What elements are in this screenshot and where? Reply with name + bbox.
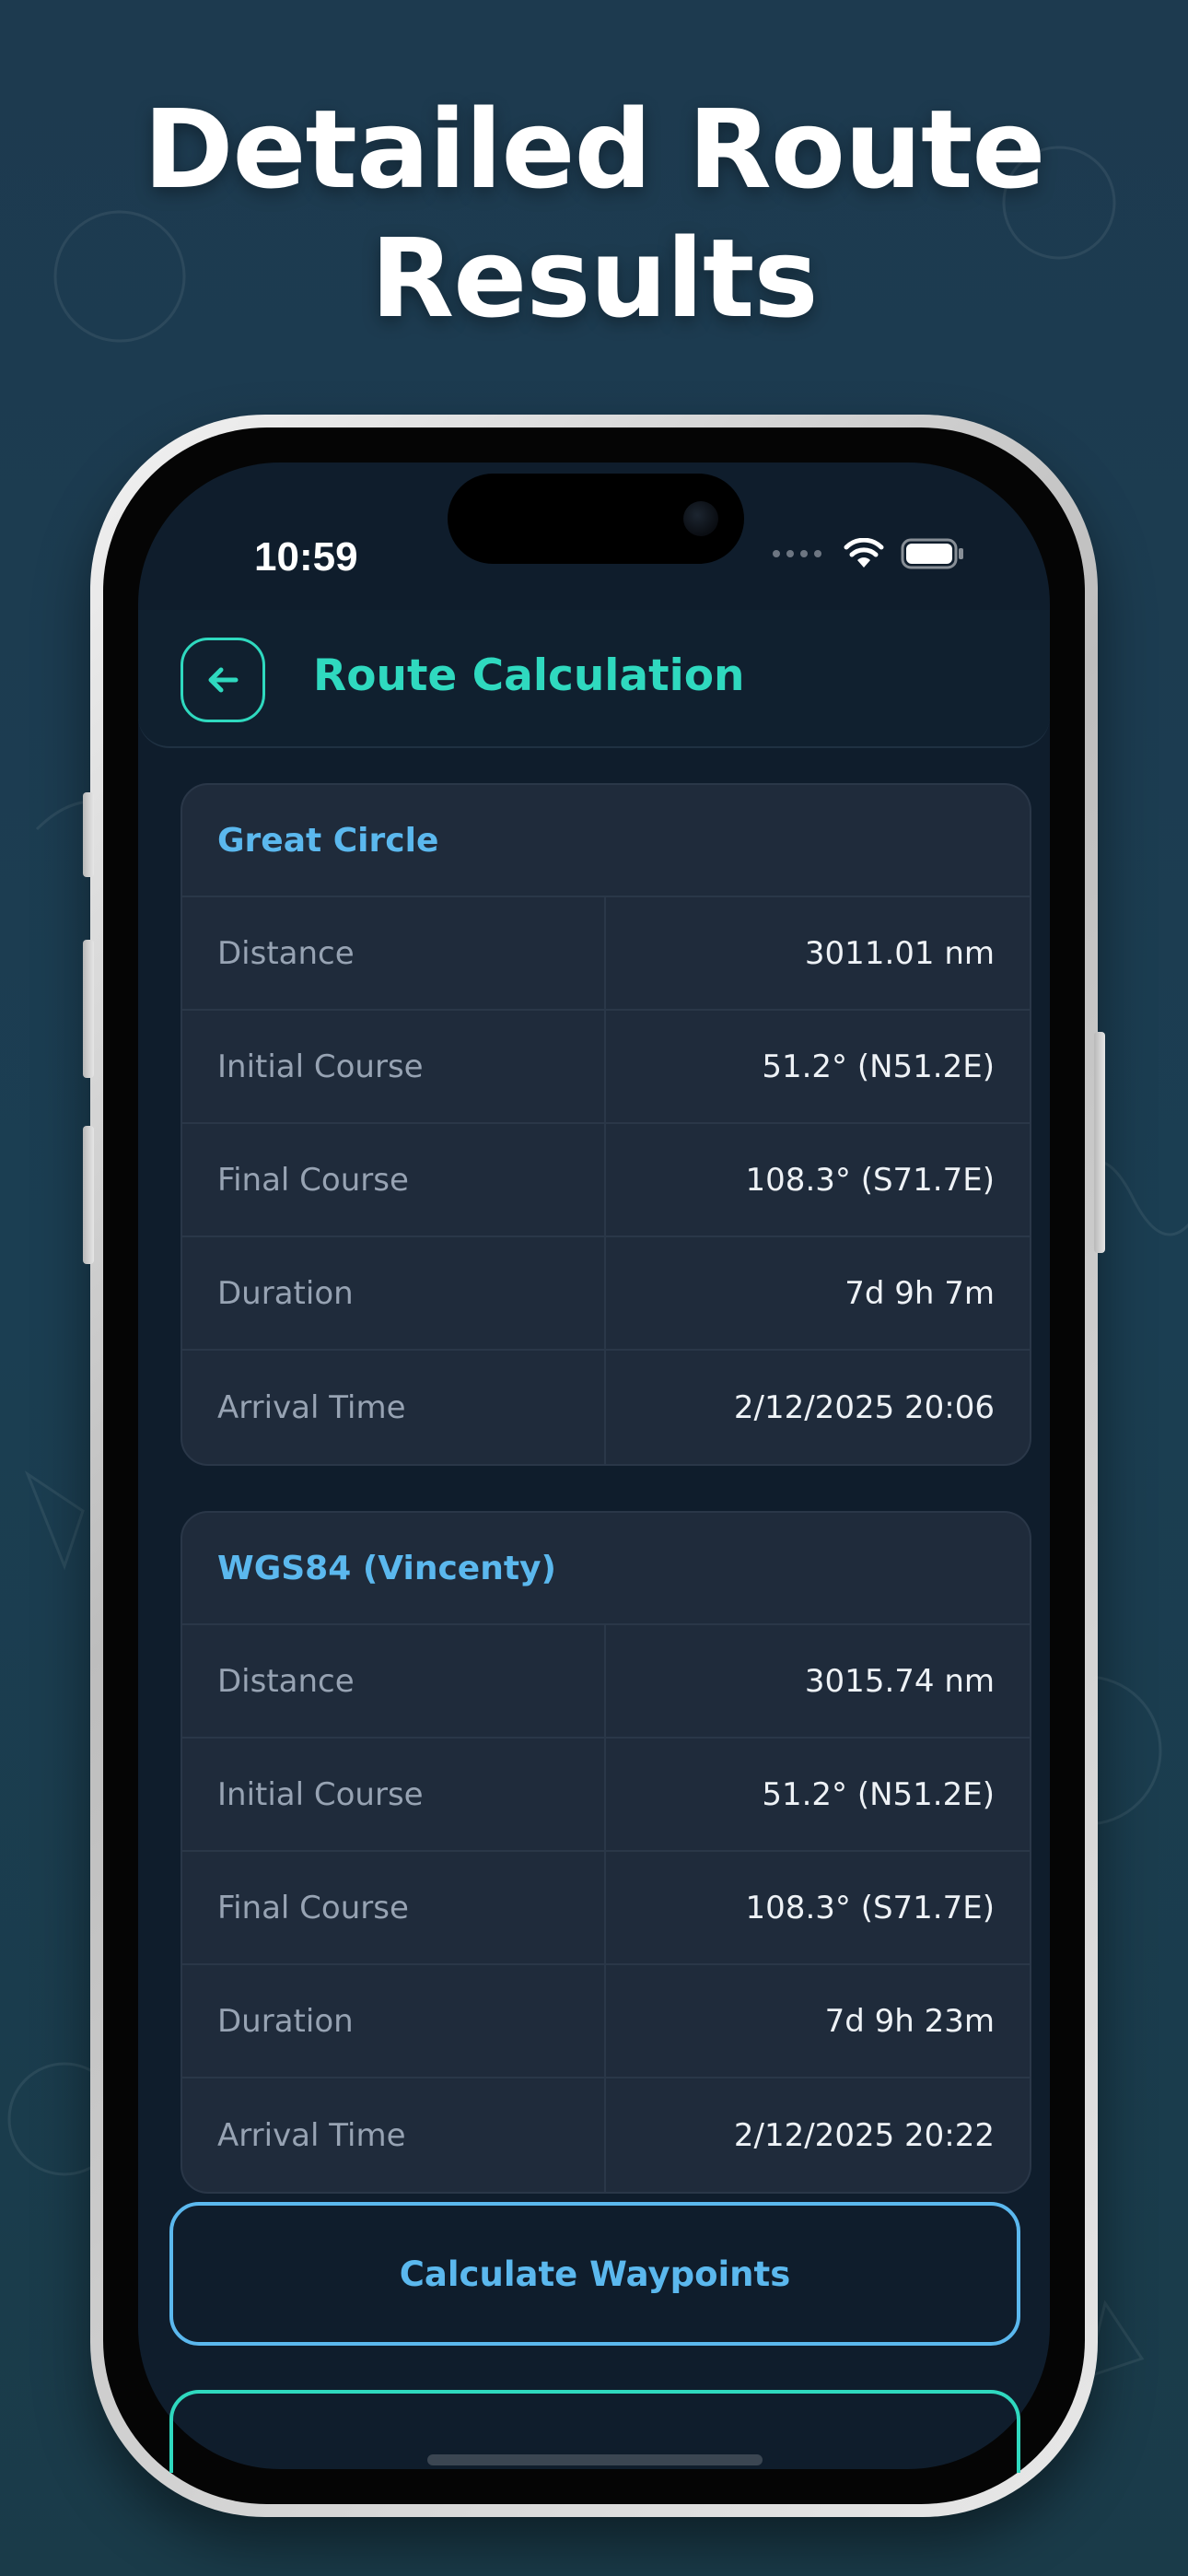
table-row: Arrival Time 2/12/2025 20:22 [182, 2078, 1030, 2192]
status-time: 10:59 [254, 534, 358, 580]
row-label: Final Course [182, 1852, 606, 1963]
row-label: Duration [182, 1965, 606, 2077]
page-title: Route Calculation [313, 650, 745, 701]
row-label: Arrival Time [182, 2078, 606, 2192]
row-label: Distance [182, 1625, 606, 1737]
table-row: Initial Course 51.2° (N51.2E) [182, 1011, 1030, 1124]
card-title: WGS84 (Vincenty) [182, 1513, 1030, 1625]
row-value: 7d 9h 23m [824, 2002, 995, 2040]
row-value: 108.3° (S71.7E) [745, 1161, 995, 1199]
row-label: Duration [182, 1237, 606, 1349]
table-row: Distance 3015.74 nm [182, 1625, 1030, 1739]
app-screen: 10:59 Route Calculation Great Circle Dis… [138, 463, 1050, 2469]
headline-line-2: Results [370, 215, 818, 342]
row-value: 7d 9h 7m [844, 1274, 995, 1312]
row-value: 51.2° (N51.2E) [762, 1775, 995, 1813]
promo-headline: Detailed Route Results [0, 85, 1188, 343]
row-value: 2/12/2025 20:06 [733, 1388, 995, 1426]
row-value: 3015.74 nm [804, 1662, 995, 1700]
table-row: Distance 3011.01 nm [182, 897, 1030, 1011]
table-row: Arrival Time 2/12/2025 20:06 [182, 1351, 1030, 1464]
card-title: Great Circle [182, 785, 1030, 897]
wifi-icon [844, 538, 884, 568]
arrow-left-icon [208, 667, 239, 693]
row-label: Initial Course [182, 1011, 606, 1122]
row-label: Initial Course [182, 1739, 606, 1850]
row-label: Final Course [182, 1124, 606, 1235]
table-row: Final Course 108.3° (S71.7E) [182, 1124, 1030, 1237]
row-value: 108.3° (S71.7E) [745, 1889, 995, 1926]
volume-up-button [83, 940, 94, 1078]
table-row: Duration 7d 9h 23m [182, 1965, 1030, 2078]
action-button [83, 792, 94, 877]
status-icons [773, 538, 965, 569]
dynamic-island [448, 474, 744, 564]
row-label: Arrival Time [182, 1351, 606, 1464]
wgs84-vincenty-card: WGS84 (Vincenty) Distance 3015.74 nm Ini… [181, 1511, 1031, 2194]
volume-down-button [83, 1126, 94, 1264]
headline-line-1: Detailed Route [143, 86, 1046, 213]
signal-dots-icon [773, 550, 821, 557]
app-header: Route Calculation [138, 610, 1050, 748]
home-indicator[interactable] [427, 2454, 763, 2465]
battery-icon [901, 538, 963, 569]
calculate-waypoints-button[interactable]: Calculate Waypoints [169, 2202, 1020, 2346]
row-value: 3011.01 nm [804, 934, 995, 972]
front-camera [683, 501, 718, 536]
table-row: Initial Course 51.2° (N51.2E) [182, 1739, 1030, 1852]
power-button [1094, 1032, 1105, 1253]
row-value: 51.2° (N51.2E) [762, 1048, 995, 1085]
row-label: Distance [182, 897, 606, 1009]
great-circle-card: Great Circle Distance 3011.01 nm Initial… [181, 783, 1031, 1466]
back-button[interactable] [181, 638, 265, 722]
table-row: Duration 7d 9h 7m [182, 1237, 1030, 1351]
table-row: Final Course 108.3° (S71.7E) [182, 1852, 1030, 1965]
row-value: 2/12/2025 20:22 [733, 2116, 995, 2154]
phone-bezel: 10:59 Route Calculation Great Circle Dis… [103, 427, 1085, 2504]
